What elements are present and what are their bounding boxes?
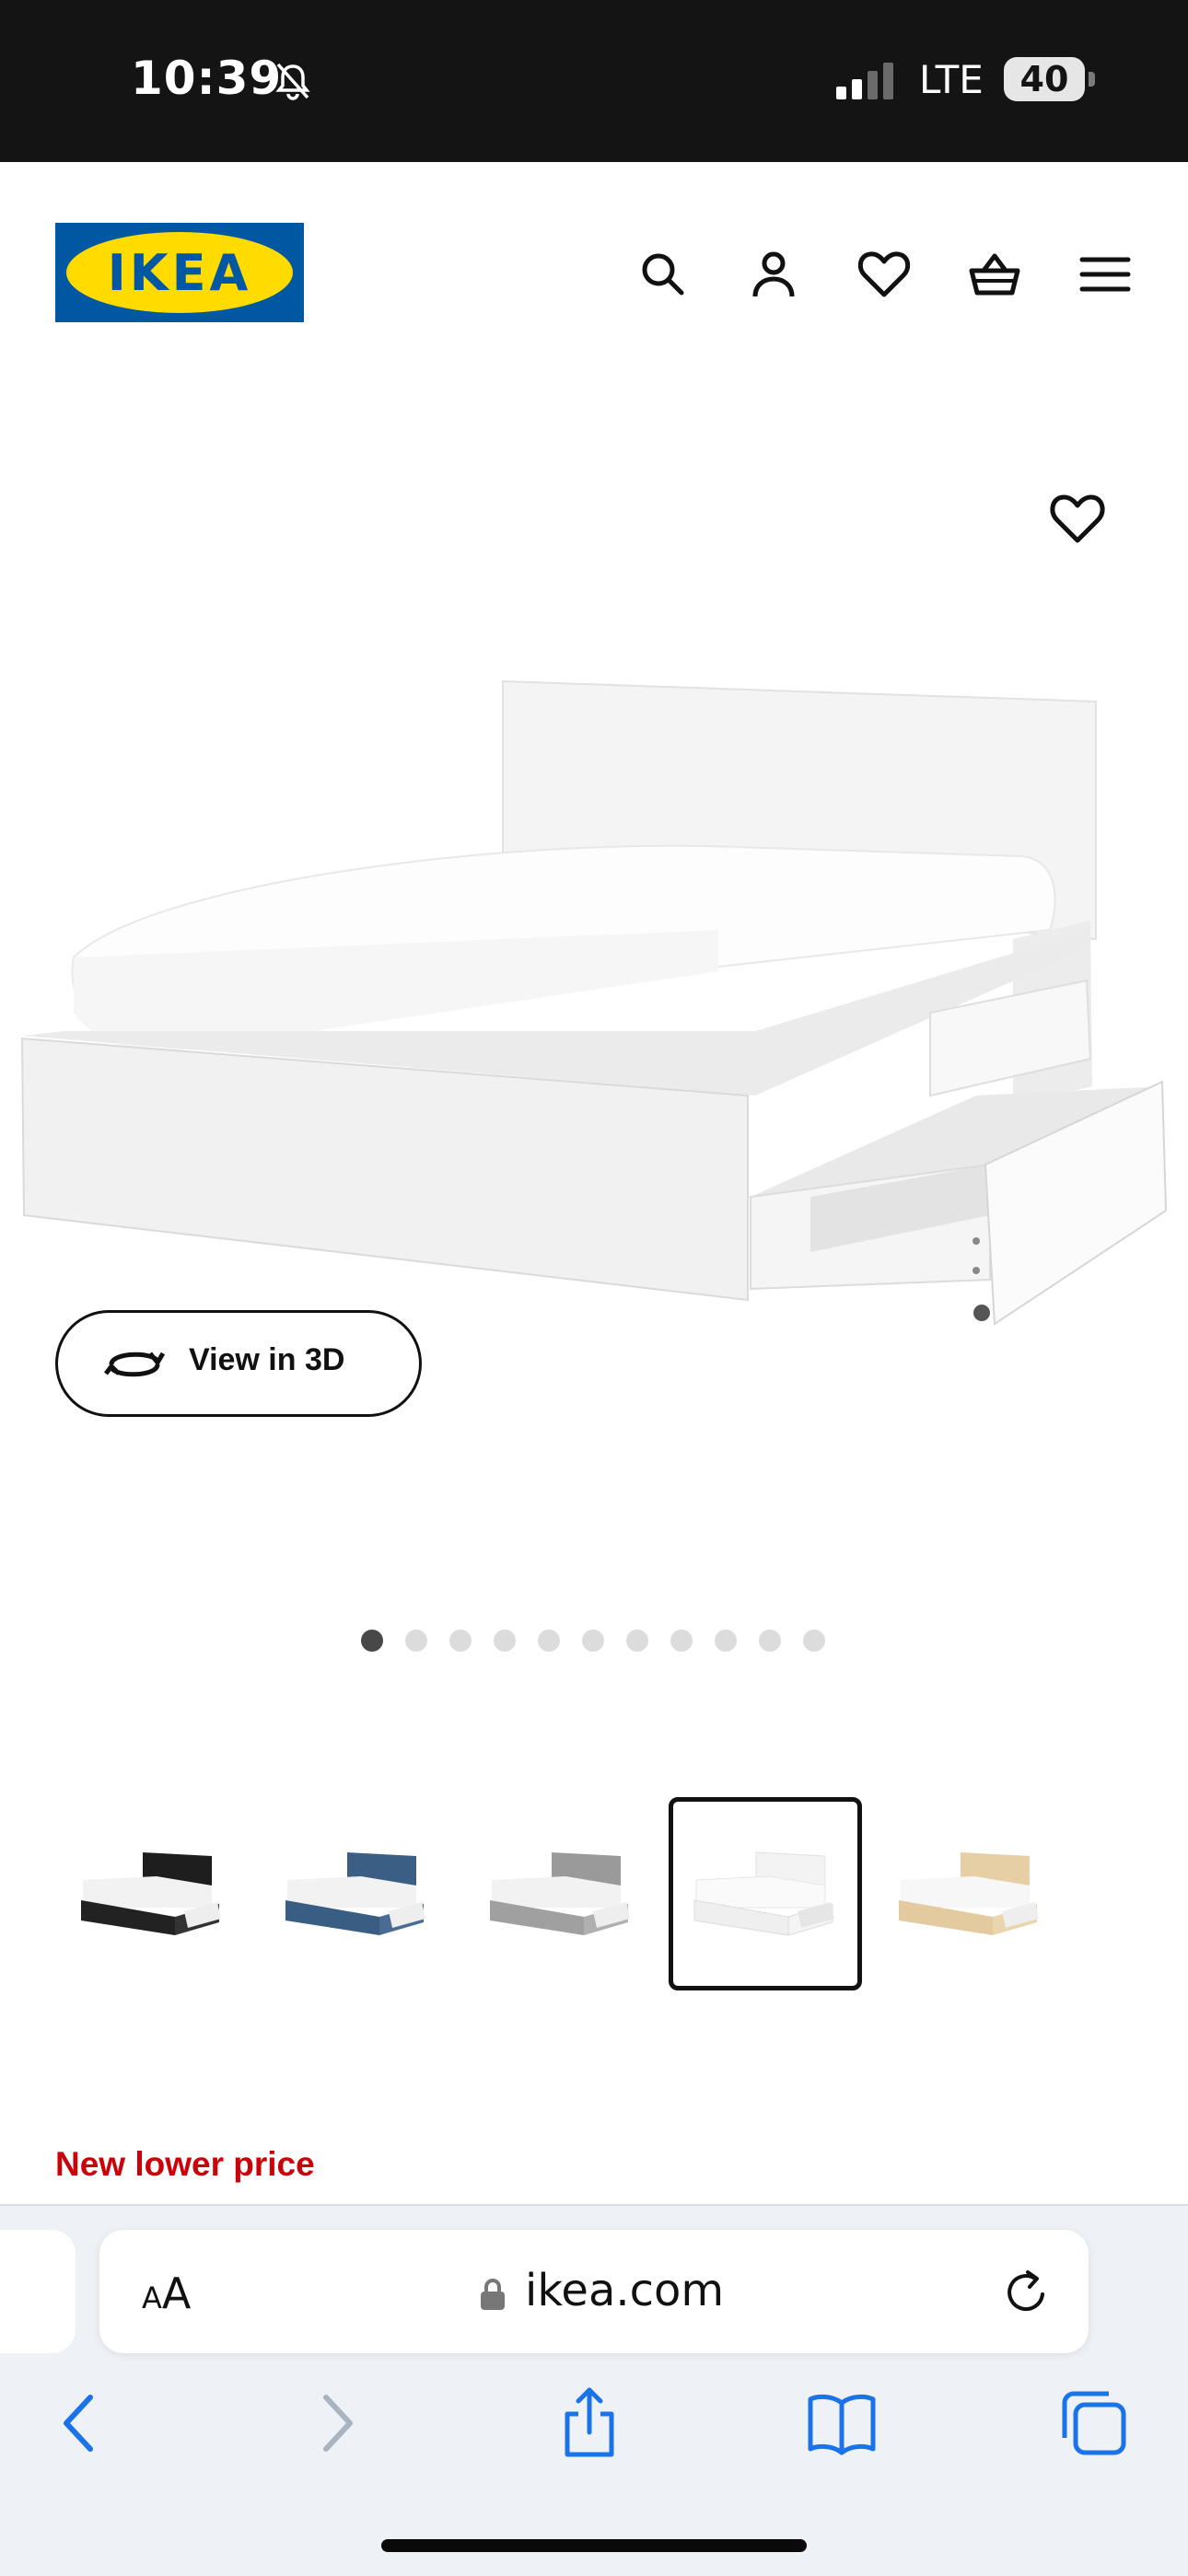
bed-thumbnail-white [693,1851,834,1936]
reload-icon[interactable] [1002,2267,1054,2318]
variant-thumb-blue[interactable] [260,1797,453,1990]
variant-thumb-black-brown[interactable] [55,1797,249,1990]
battery-nub [1089,72,1095,87]
pagination-dot[interactable] [449,1630,472,1652]
bed-thumbnail-blue [285,1852,425,1935]
home-indicator[interactable] [381,2539,807,2552]
pagination-dot[interactable] [538,1630,560,1652]
battery-indicator: 40 [1004,57,1085,101]
safari-toolbar: AA ikea.com [0,2204,1188,2576]
view-in-3d-label: View in 3D [189,1342,345,1377]
variant-thumb-white[interactable] [669,1797,862,1990]
address-bar[interactable]: AA ikea.com [99,2230,1089,2353]
network-label: LTE [919,57,984,102]
url-text: ikea.com [525,2265,725,2316]
bed-thumbnail-gray [490,1852,630,1935]
pagination-dot[interactable] [405,1630,427,1652]
pagination-dot[interactable] [759,1630,781,1652]
site-header: IKEA [0,162,1188,383]
pagination-dot[interactable] [803,1630,825,1652]
color-variant-thumbnails [55,1797,1133,1990]
basket-icon[interactable] [967,247,1022,302]
heart-icon[interactable] [856,247,912,302]
view-in-3d-button[interactable]: View in 3D [55,1310,422,1417]
variant-thumb-gray[interactable] [464,1797,658,1990]
pagination-dot[interactable] [670,1630,693,1652]
text-size-small-a: A [142,2280,162,2315]
variant-thumb-white-stained-oak[interactable] [873,1797,1066,1990]
account-icon[interactable] [746,247,801,302]
pagination-dot[interactable] [361,1630,383,1652]
tabs-icon[interactable] [1057,2386,1131,2460]
bell-slash-icon [275,63,310,100]
logo-oval: IKEA [66,232,293,313]
bookmarks-icon[interactable] [805,2386,879,2460]
pagination-dot[interactable] [582,1630,604,1652]
forward-icon[interactable] [300,2386,374,2460]
back-icon[interactable] [42,2386,116,2460]
favorite-heart-icon[interactable] [1048,490,1107,549]
menu-icon[interactable] [1077,247,1133,302]
rotate-3d-icon [104,1352,165,1377]
text-size-button[interactable]: AA [142,2269,191,2318]
product-image-bed [20,679,1168,1326]
status-time: 10:39 [131,52,283,105]
signal-icon [836,63,893,99]
status-bar: 10:39 LTE 40 [0,0,1188,162]
pagination-dot[interactable] [494,1630,516,1652]
new-lower-price-label: New lower price [55,2145,315,2183]
text-size-large-a: A [161,2269,192,2318]
bed-thumbnail-black [81,1852,221,1935]
bed-thumbnail-oak [899,1852,1039,1935]
ikea-logo[interactable]: IKEA [55,223,304,322]
logo-text: IKEA [107,243,252,302]
search-icon[interactable] [635,247,691,302]
share-icon[interactable] [553,2386,626,2460]
pagination-dot[interactable] [715,1630,737,1652]
pagination-dot[interactable] [626,1630,648,1652]
previous-tab-preview[interactable] [0,2230,76,2353]
image-pagination [361,1630,825,1652]
lock-icon [481,2279,505,2310]
